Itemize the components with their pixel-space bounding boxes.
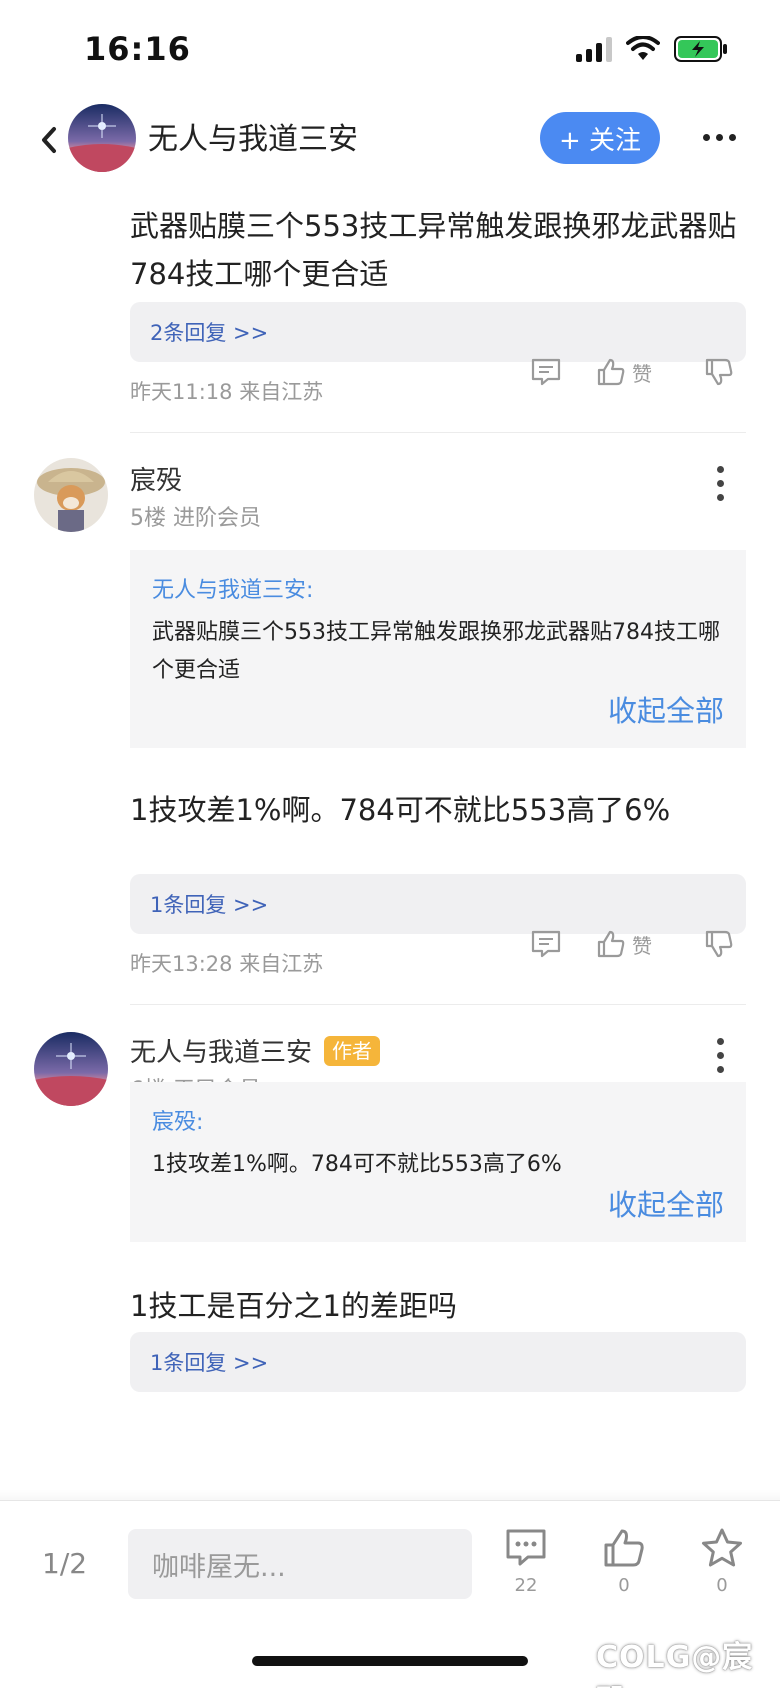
signal-icon xyxy=(576,36,612,62)
author-avatar[interactable] xyxy=(68,104,136,172)
reply-link[interactable]: 1条回复 >> xyxy=(130,874,746,934)
comment-icon[interactable] xyxy=(530,357,562,387)
comment-icon[interactable] xyxy=(530,929,562,959)
author-badge: 作者 xyxy=(324,1035,381,1066)
collapse-link[interactable]: 收起全部 xyxy=(608,1182,724,1224)
header: 无人与我道三安 + 关注 xyxy=(0,100,780,196)
user-name[interactable]: 无人与我道三安 作者 xyxy=(130,1032,381,1069)
thumbs-up-icon xyxy=(597,930,625,958)
comment-meta: 昨天13:28 来自江苏 xyxy=(130,952,324,976)
status-bar: 16:16 xyxy=(0,0,780,100)
wifi-icon xyxy=(626,36,660,60)
like-label: 赞 xyxy=(632,933,652,958)
like-post-button[interactable]: 0 xyxy=(594,1527,654,1596)
thumbs-up-icon xyxy=(597,358,625,386)
comment-text: 1技工是百分之1的差距吗 xyxy=(130,1289,457,1323)
like-label: 赞 xyxy=(632,361,652,386)
page-indicator[interactable]: 1/2 xyxy=(42,1547,87,1580)
quote-text: 武器贴膜三个553技工异常触发跟换邪龙武器贴784技工哪个更合适 xyxy=(152,620,720,683)
user-avatar[interactable] xyxy=(34,1032,108,1106)
comment-more-icon[interactable] xyxy=(716,1038,724,1073)
comment-count: 22 xyxy=(514,1575,538,1596)
star-icon xyxy=(702,1528,742,1567)
user-name-text: 无人与我道三安 xyxy=(130,1038,313,1068)
divider xyxy=(130,432,746,433)
quote-text: 1技攻差1%啊。784可不就比553高了6% xyxy=(152,1152,562,1177)
favorite-count: 0 xyxy=(716,1575,728,1596)
comment-bubble-icon xyxy=(506,1529,546,1566)
comment-text: 1技攻差1%啊。784可不就比553高了6% xyxy=(130,793,671,827)
status-icons xyxy=(576,36,728,62)
comments-button[interactable]: 22 xyxy=(496,1527,556,1596)
status-time: 16:16 xyxy=(84,30,191,68)
quote-author: 无人与我道三安: xyxy=(152,578,314,603)
follow-button[interactable]: + 关注 xyxy=(540,112,660,164)
favorite-button[interactable]: 0 xyxy=(692,1527,752,1596)
comment-input-placeholder: 咖啡屋无... xyxy=(152,1551,286,1583)
collapse-link[interactable]: 收起全部 xyxy=(608,688,724,730)
reply-link[interactable]: 2条回复 >> xyxy=(130,302,746,362)
like-button[interactable]: 赞 xyxy=(596,357,652,387)
quote-box: 无人与我道三安: 武器贴膜三个553技工异常触发跟换邪龙武器贴784技工哪个更合… xyxy=(130,550,746,748)
thumbs-down-icon[interactable] xyxy=(704,357,734,387)
comment-input[interactable]: 咖啡屋无... xyxy=(128,1529,472,1599)
thumbs-down-icon[interactable] xyxy=(704,929,734,959)
back-icon[interactable] xyxy=(34,120,64,160)
quote-author: 宸殁: xyxy=(152,1110,204,1135)
reply-link[interactable]: 1条回复 >> xyxy=(130,1332,746,1392)
battery-charging-icon xyxy=(674,36,727,62)
post-text: 武器贴膜三个553技工异常触发跟换邪龙武器贴784技工哪个更合适 xyxy=(130,209,737,291)
user-level: 5楼 进阶会员 xyxy=(130,506,261,531)
home-indicator[interactable] xyxy=(252,1656,528,1666)
like-button[interactable]: 赞 xyxy=(596,929,652,959)
like-count: 0 xyxy=(618,1575,630,1596)
user-name-text: 宸殁 xyxy=(130,466,183,496)
comment-more-icon[interactable] xyxy=(716,466,724,501)
quote-box: 宸殁: 1技攻差1%啊。784可不就比553高了6% 收起全部 xyxy=(130,1082,746,1242)
thumbs-up-icon xyxy=(604,1529,644,1567)
user-name[interactable]: 宸殁 xyxy=(130,460,182,497)
watermark: COLG@宸殁 xyxy=(596,1640,754,1688)
more-options-icon[interactable] xyxy=(703,134,736,141)
divider xyxy=(130,1004,746,1005)
user-avatar[interactable] xyxy=(34,458,108,532)
post-meta: 昨天11:18 来自江苏 xyxy=(130,380,324,404)
page-title: 无人与我道三安 xyxy=(148,122,358,157)
